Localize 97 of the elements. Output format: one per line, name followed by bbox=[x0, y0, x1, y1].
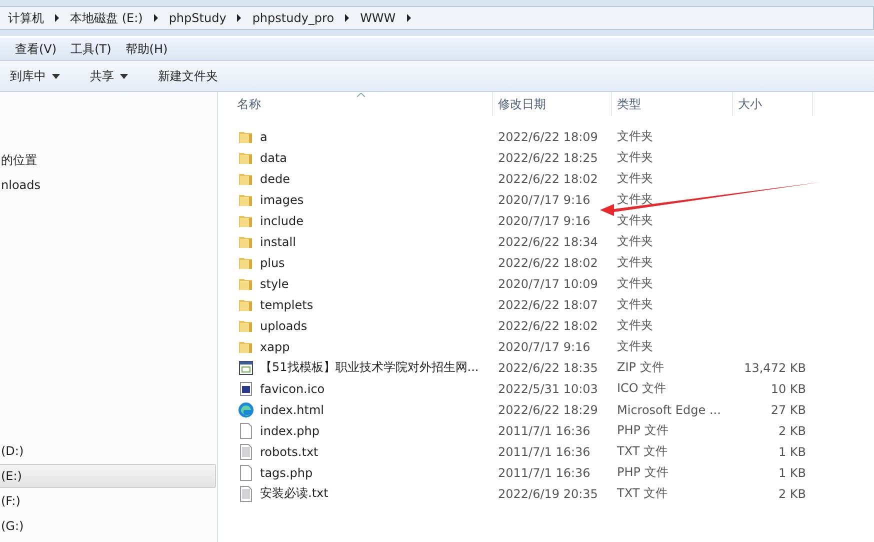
menu-item[interactable]: 工具(T) bbox=[64, 40, 118, 58]
file-name[interactable]: install bbox=[260, 234, 296, 248]
breadcrumb-item[interactable]: phpStudy bbox=[168, 11, 226, 25]
chevron-icon[interactable] bbox=[344, 14, 350, 22]
file-type: 文件夹 bbox=[617, 297, 653, 311]
file-size: 1 KB bbox=[778, 444, 806, 458]
breadcrumb-item[interactable]: 本地磁盘 (E:) bbox=[70, 10, 143, 26]
toolbar-button[interactable]: 新建文件夹 bbox=[154, 64, 222, 88]
file-type: 文件夹 bbox=[617, 192, 653, 206]
file-type: 文件夹 bbox=[617, 276, 653, 290]
file-name[interactable]: tags.php bbox=[260, 466, 313, 480]
column-header[interactable]: 修改日期 bbox=[493, 92, 612, 116]
modified-date: 2022/6/22 18:02 bbox=[498, 172, 598, 186]
sidebar-item[interactable]: nloads bbox=[0, 173, 216, 197]
file-size: 10 KB bbox=[770, 382, 806, 396]
file-name[interactable]: include bbox=[260, 214, 304, 228]
modified-date: 2011/7/1 16:36 bbox=[498, 424, 590, 438]
sidebar-item[interactable]: (G:) bbox=[0, 514, 216, 538]
breadcrumb-item[interactable]: WWW bbox=[360, 11, 396, 25]
modified-date: 2011/7/1 16:36 bbox=[498, 466, 590, 480]
file-type: PHP 文件 bbox=[617, 423, 668, 437]
image-file-icon bbox=[238, 380, 254, 396]
file-name[interactable]: templets bbox=[260, 298, 314, 312]
menu-item[interactable]: 查看(V) bbox=[8, 40, 64, 58]
file-type: 文件夹 bbox=[617, 318, 653, 332]
sidebar-item[interactable]: (E:) bbox=[0, 464, 216, 488]
file-type: 文件夹 bbox=[617, 171, 653, 185]
chevron-icon[interactable] bbox=[152, 14, 159, 22]
modified-date: 2022/6/22 18:25 bbox=[498, 150, 598, 164]
file-type: PHP 文件 bbox=[617, 465, 668, 479]
modified-date: 2022/6/22 18:02 bbox=[498, 318, 598, 332]
file-name[interactable]: 安装必读.txt bbox=[260, 485, 328, 502]
file-type: 文件夹 bbox=[617, 234, 653, 248]
sidebar-item[interactable]: (D:) bbox=[0, 439, 216, 463]
sidebar-item[interactable]: 的位置 bbox=[0, 148, 216, 172]
file-name[interactable]: images bbox=[260, 192, 304, 206]
file-name[interactable]: a bbox=[260, 130, 268, 144]
file-name[interactable]: uploads bbox=[260, 318, 308, 332]
file-name[interactable]: index.html bbox=[260, 402, 324, 416]
modified-date: 2022/6/22 18:35 bbox=[498, 360, 598, 374]
toolbar-button[interactable]: 共享 bbox=[86, 64, 132, 88]
text-file-icon bbox=[238, 444, 254, 460]
file-name[interactable]: dede bbox=[260, 172, 290, 186]
modified-date: 2020/7/17 9:16 bbox=[498, 214, 590, 228]
breadcrumb-item[interactable]: 计算机 bbox=[8, 10, 44, 26]
file-name[interactable]: xapp bbox=[260, 340, 290, 354]
caret-icon bbox=[52, 74, 60, 78]
file-type: Microsoft Edge ... bbox=[617, 402, 721, 416]
modified-date: 2022/6/22 18:07 bbox=[498, 298, 598, 312]
file-type: TXT 文件 bbox=[617, 486, 668, 500]
chevron-icon[interactable] bbox=[236, 14, 242, 22]
address-bar[interactable]: 计算机 本地磁盘 (E:) phpStudy phpstudy_pro WWW bbox=[0, 6, 874, 30]
file-type: 文件夹 bbox=[617, 129, 653, 143]
file-size: 1 KB bbox=[778, 466, 806, 480]
file-type: 文件夹 bbox=[617, 339, 653, 353]
modified-date: 2022/6/22 18:09 bbox=[498, 130, 598, 144]
modified-date: 2022/6/19 20:35 bbox=[498, 486, 598, 500]
breadcrumb-item[interactable]: phpstudy_pro bbox=[252, 11, 334, 25]
modified-date: 2022/6/22 18:34 bbox=[498, 234, 598, 248]
file-type: ZIP 文件 bbox=[617, 360, 664, 374]
file-name[interactable]: 【51找模板】职业技术学院对外招生网... bbox=[260, 359, 479, 376]
file-type: 文件夹 bbox=[617, 150, 653, 164]
file-name[interactable]: robots.txt bbox=[260, 444, 318, 458]
modified-date: 2022/6/22 18:02 bbox=[498, 256, 598, 270]
file-name[interactable]: favicon.ico bbox=[260, 382, 325, 396]
file-type: TXT 文件 bbox=[617, 444, 668, 458]
modified-date: 2020/7/17 9:16 bbox=[498, 192, 590, 206]
file-name[interactable]: style bbox=[260, 276, 289, 290]
modified-date: 2022/5/31 10:03 bbox=[498, 382, 598, 396]
modified-date: 2022/6/22 18:29 bbox=[498, 402, 598, 416]
caret-icon bbox=[120, 74, 128, 78]
file-type: ICO 文件 bbox=[617, 381, 666, 395]
file-type: 文件夹 bbox=[617, 213, 653, 227]
browser-icon bbox=[238, 402, 254, 418]
file-size: 27 KB bbox=[770, 402, 806, 416]
file-size: 2 KB bbox=[778, 424, 806, 438]
archive-file-icon bbox=[238, 360, 254, 376]
column-header[interactable]: 类型 bbox=[612, 92, 733, 116]
column-header[interactable]: 名称 bbox=[218, 92, 493, 116]
menu-item[interactable]: 帮助(H) bbox=[118, 40, 175, 58]
modified-date: 2020/7/17 10:09 bbox=[498, 276, 598, 290]
file-name[interactable]: plus bbox=[260, 256, 285, 270]
modified-date: 2020/7/17 9:16 bbox=[498, 340, 590, 354]
chevron-icon[interactable] bbox=[54, 14, 60, 22]
file-type: 文件夹 bbox=[617, 255, 653, 269]
file-name[interactable]: data bbox=[260, 150, 288, 164]
file-size: 2 KB bbox=[778, 486, 806, 500]
file-name[interactable]: index.php bbox=[260, 424, 320, 438]
modified-date: 2011/7/1 16:36 bbox=[498, 444, 590, 458]
file-size: 13,472 KB bbox=[744, 360, 806, 374]
chevron-icon[interactable] bbox=[406, 14, 412, 22]
sidebar-item[interactable]: (F:) bbox=[0, 489, 216, 513]
toolbar-button[interactable]: 到库中 bbox=[6, 64, 64, 88]
column-header[interactable]: 大小 bbox=[733, 92, 813, 116]
file-icon bbox=[238, 464, 254, 480]
text-file-icon bbox=[238, 486, 254, 502]
file-icon bbox=[238, 422, 254, 438]
